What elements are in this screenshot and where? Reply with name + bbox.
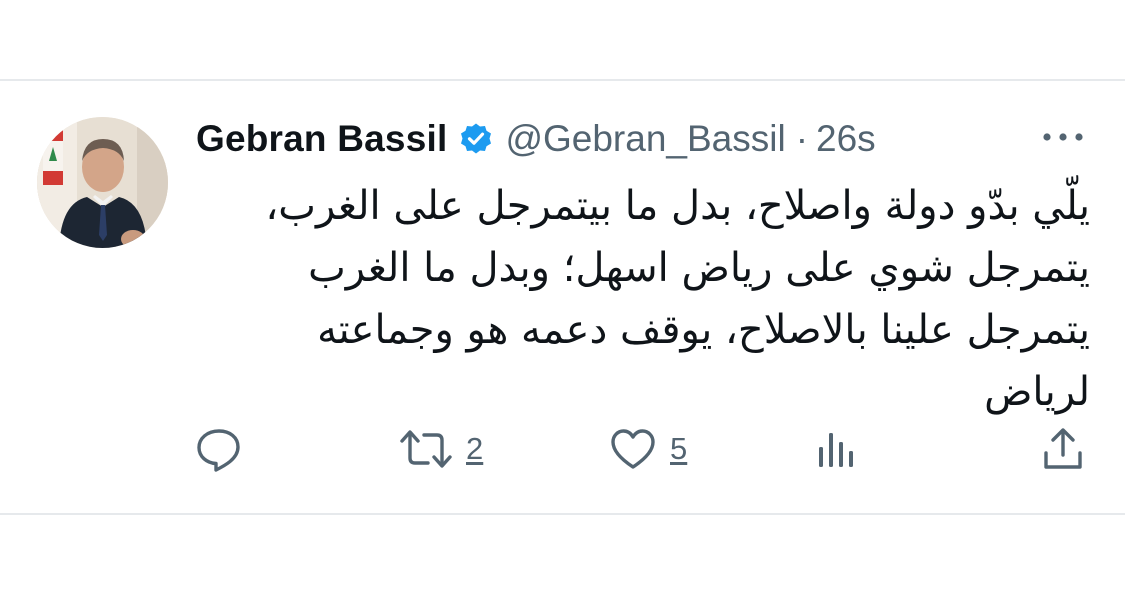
tweet-text-line: لرياض (984, 369, 1090, 415)
like-count[interactable]: 5 (670, 431, 687, 467)
tweet-text-line: يلّي بدّو دولة واصلاح، بدل ما بيتمرجل عل… (265, 183, 1090, 229)
bottom-divider (0, 513, 1125, 515)
reply-icon (194, 425, 244, 473)
retweet-button[interactable]: 2 (398, 421, 483, 477)
reply-button[interactable] (194, 421, 244, 477)
tweet[interactable]: Gebran Bassil @Gebran_Bassil · 26s يلّي … (0, 81, 1125, 513)
tweet-actions: 2 5 (0, 421, 1125, 477)
display-name[interactable]: Gebran Bassil (196, 118, 447, 160)
more-options-icon[interactable] (1040, 125, 1086, 149)
retweet-count[interactable]: 2 (466, 431, 483, 467)
share-button[interactable] (1040, 421, 1086, 477)
tweet-timestamp[interactable]: 26s (816, 118, 876, 160)
header-separator: · (795, 118, 809, 159)
tweet-text: يلّي بدّو دولة واصلاح، بدل ما بيتمرجل عل… (190, 175, 1090, 423)
analytics-icon (814, 425, 860, 473)
share-icon (1040, 425, 1086, 473)
heart-icon (608, 425, 658, 473)
tweet-header: Gebran Bassil @Gebran_Bassil · 26s (196, 113, 876, 165)
avatar[interactable] (37, 117, 168, 248)
user-handle[interactable]: @Gebran_Bassil (505, 118, 785, 160)
tweet-text-line: يتمرجل علينا بالاصلاح، يوقف دعمه هو وجما… (317, 307, 1090, 353)
views-button[interactable] (814, 421, 860, 477)
verified-badge-icon (459, 122, 493, 156)
like-button[interactable]: 5 (608, 421, 687, 477)
tweet-text-line: يتمرجل شوي على رياض اسهل؛ وبدل ما الغرب (308, 245, 1090, 291)
retweet-icon (398, 425, 454, 473)
